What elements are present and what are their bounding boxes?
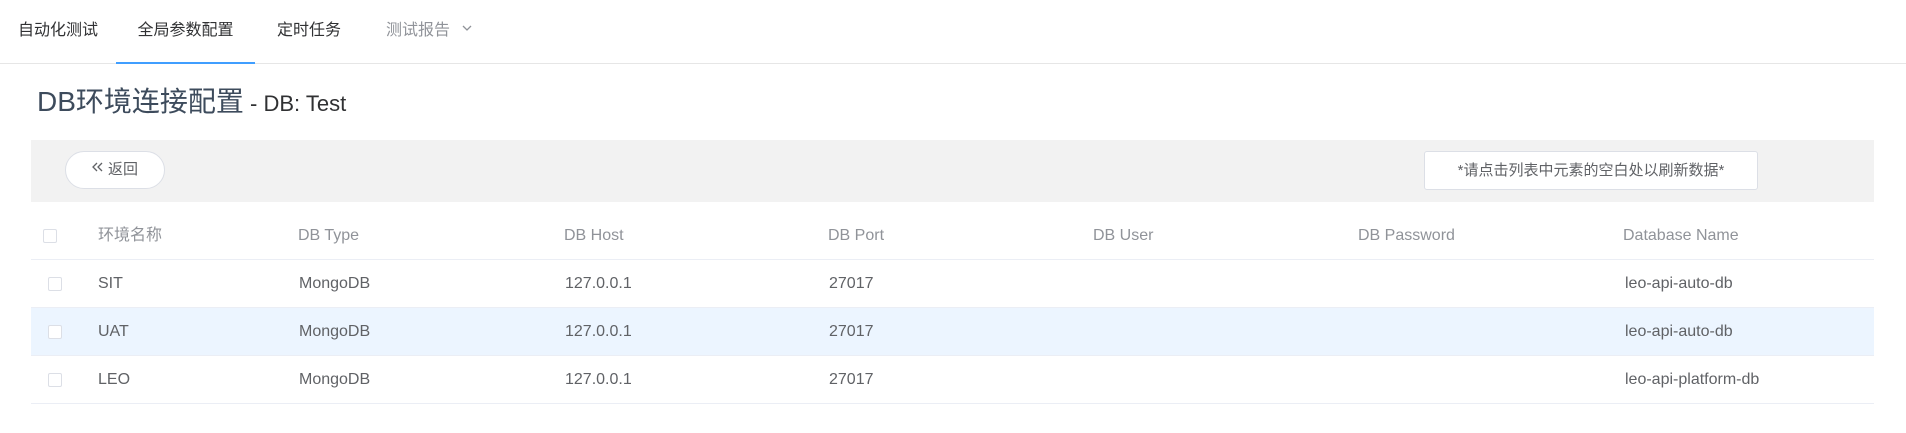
nav-tab-label: 全局参数配置 [137, 22, 234, 39]
refresh-hint: *请点击列表中元素的空白处以刷新数据* [1424, 151, 1758, 190]
cell-env-name: SIT [98, 275, 123, 292]
nav-tab-auto-test[interactable]: 自动化测试 [0, 0, 116, 64]
table-row[interactable]: SIT MongoDB 127.0.0.1 27017 leo-api-auto… [31, 260, 1874, 308]
column-header-db-host[interactable]: DB Host [564, 212, 624, 260]
cell-db-host: 127.0.0.1 [565, 323, 632, 340]
cell-db-host: 127.0.0.1 [565, 275, 632, 292]
top-nav: 自动化测试 全局参数配置 定时任务 测试报告 [0, 0, 1906, 64]
table-row[interactable]: UAT MongoDB 127.0.0.1 27017 leo-api-auto… [31, 308, 1874, 356]
back-button-label: 返回 [107, 161, 138, 178]
cell-db-type: MongoDB [299, 371, 371, 388]
cell-db-type: MongoDB [299, 323, 371, 340]
cell-database-name: leo-api-auto-db [1625, 275, 1733, 292]
nav-tab-label: 定时任务 [276, 22, 341, 39]
page-title-sub: - DB: Test [243, 91, 347, 116]
cell-database-name: leo-api-platform-db [1625, 371, 1760, 388]
column-header-db-port[interactable]: DB Port [828, 212, 884, 260]
column-header-env-name[interactable]: 环境名称 [98, 212, 162, 260]
cell-env-name: LEO [98, 371, 131, 388]
page-title-main: DB环境连接配置 [37, 86, 244, 117]
row-checkbox[interactable] [48, 325, 62, 339]
column-header-db-password[interactable]: DB Password [1358, 212, 1455, 260]
column-header-db-user[interactable]: DB User [1093, 212, 1153, 260]
toolbar: 返回 *请点击列表中元素的空白处以刷新数据* [31, 140, 1874, 202]
nav-tab-scheduled-tasks[interactable]: 定时任务 [255, 0, 363, 64]
column-header-db-type[interactable]: DB Type [298, 212, 359, 260]
double-chevron-left-icon [92, 150, 104, 186]
nav-tab-global-params[interactable]: 全局参数配置 [116, 0, 255, 64]
cell-database-name: leo-api-auto-db [1625, 323, 1733, 340]
nav-tab-label: 测试报告 [386, 22, 451, 40]
cell-env-name: UAT [98, 323, 129, 340]
chevron-down-icon [462, 0, 472, 58]
nav-tab-label: 自动化测试 [17, 22, 98, 39]
select-all-checkbox[interactable] [43, 229, 57, 243]
nav-tab-test-report[interactable]: 测试报告 [363, 0, 497, 64]
cell-db-type: MongoDB [299, 275, 371, 292]
row-checkbox[interactable] [48, 277, 62, 291]
cell-db-port: 27017 [829, 371, 874, 388]
row-checkbox[interactable] [48, 373, 62, 387]
page-title: DB环境连接配置 - DB: Test [37, 82, 346, 122]
table-header-row: 环境名称 DB Type DB Host DB Port DB User DB … [31, 212, 1874, 260]
back-button[interactable]: 返回 [65, 151, 165, 189]
table-row[interactable]: LEO MongoDB 127.0.0.1 27017 leo-api-plat… [31, 356, 1874, 404]
cell-db-host: 127.0.0.1 [565, 371, 632, 388]
cell-db-port: 27017 [829, 323, 874, 340]
cell-db-port: 27017 [829, 275, 874, 292]
column-header-database-name[interactable]: Database Name [1623, 212, 1739, 260]
